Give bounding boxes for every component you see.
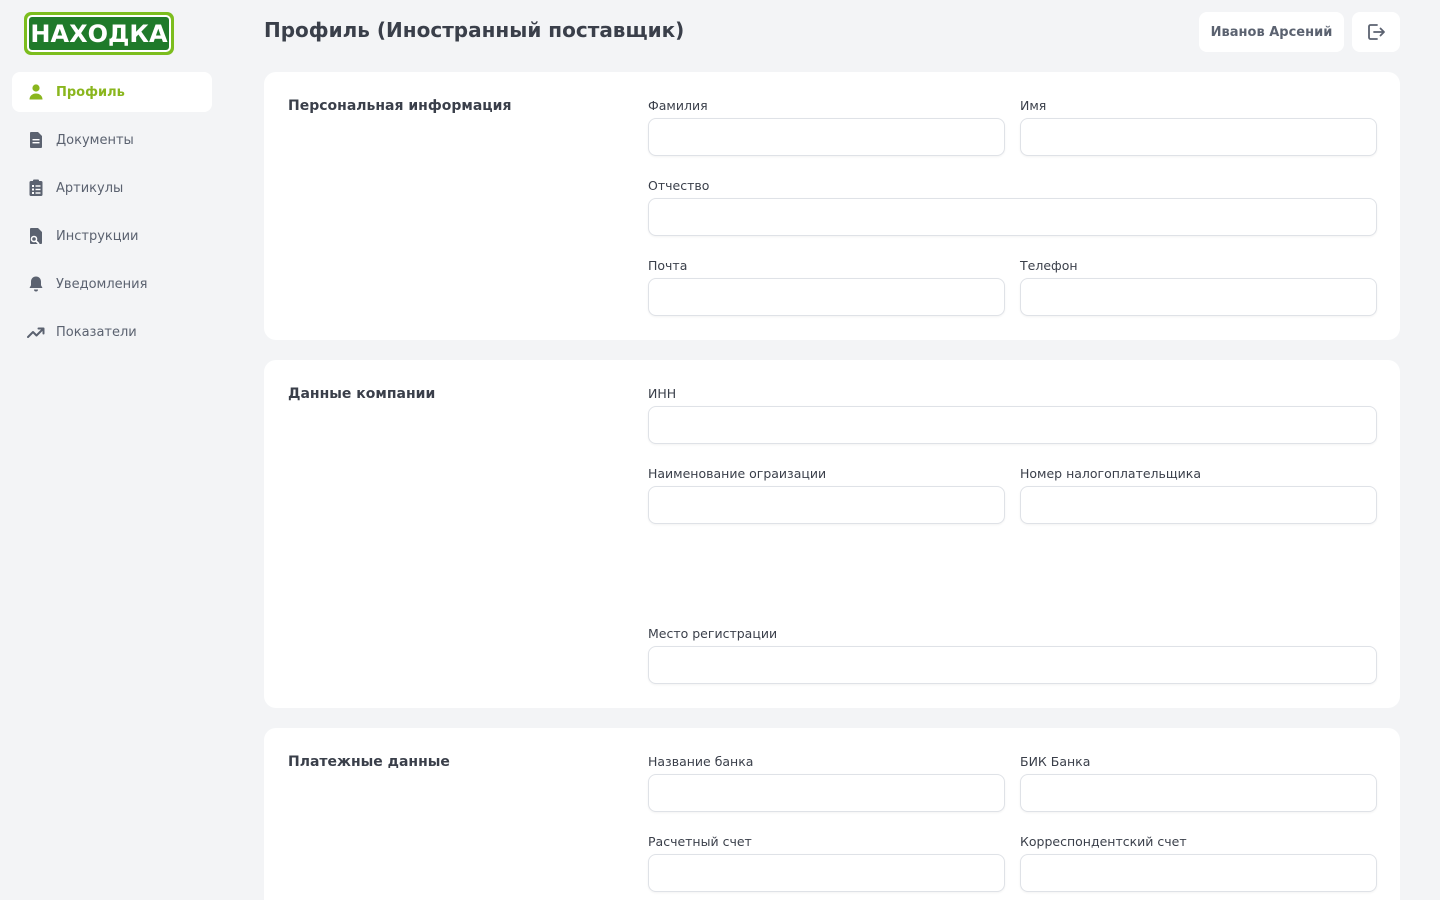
brand-logo[interactable]: НАХОДКА — [24, 12, 174, 55]
inn-input[interactable] — [648, 406, 1377, 444]
company-info-card: Данные компании ИНН Наименование ограиза… — [264, 360, 1400, 708]
sidebar-item-label: Документы — [56, 132, 134, 148]
patronymic-input[interactable] — [648, 198, 1377, 236]
org-name-field: Наименование ограизации — [648, 466, 1005, 524]
bank-bik-input[interactable] — [1020, 774, 1377, 812]
phone-field: Телефон — [1020, 258, 1377, 316]
clipboard-list-icon — [26, 178, 46, 198]
instructions-icon — [26, 226, 46, 246]
first-name-input[interactable] — [1020, 118, 1377, 156]
settlement-account-input[interactable] — [648, 854, 1005, 892]
page-title: Профиль (Иностранный поставщик) — [264, 18, 685, 42]
user-menu-button[interactable]: Иванов Арсений — [1199, 12, 1344, 52]
first-name-field: Имя — [1020, 98, 1377, 156]
sidebar-item-label: Артикулы — [56, 180, 124, 196]
field-label: Отчество — [648, 178, 710, 193]
user-icon — [26, 82, 46, 102]
trending-up-icon — [26, 322, 46, 342]
sidebar-item-instructions[interactable]: Инструкции — [12, 216, 212, 256]
bank-name-input[interactable] — [648, 774, 1005, 812]
field-label: Имя — [1020, 98, 1047, 113]
last-name-input[interactable] — [648, 118, 1005, 156]
org-name-input[interactable] — [648, 486, 1005, 524]
correspondent-account-input[interactable] — [1020, 854, 1377, 892]
bank-bik-field: БИК Банка — [1020, 754, 1377, 812]
section-title: Персональная информация — [288, 98, 512, 114]
section-title: Данные компании — [288, 386, 436, 402]
sidebar-item-label: Уведомления — [56, 276, 148, 292]
sidebar-item-notifications[interactable]: Уведомления — [12, 264, 212, 304]
sidebar-nav: Профиль Документы Артикулы Инструкции Ув… — [12, 72, 212, 360]
registration-place-input[interactable] — [648, 646, 1377, 684]
sidebar-item-label: Показатели — [56, 324, 137, 340]
logout-icon — [1365, 21, 1387, 43]
field-label: Номер налогоплательщика — [1020, 466, 1202, 481]
field-label: Почта — [648, 258, 688, 273]
logo-text: НАХОДКА — [27, 15, 171, 52]
bank-name-field: Название банка — [648, 754, 1005, 812]
taxpayer-number-field: Номер налогоплательщика — [1020, 466, 1377, 524]
sidebar-item-metrics[interactable]: Показатели — [12, 312, 212, 352]
sidebar-item-label: Инструкции — [56, 228, 139, 244]
email-field: Почта — [648, 258, 1005, 316]
field-label: Наименование ограизации — [648, 466, 827, 481]
personal-info-card: Персональная информация Фамилия Имя Отче… — [264, 72, 1400, 340]
correspondent-account-field: Корреспондентский счет — [1020, 834, 1377, 892]
field-label: Место регистрации — [648, 626, 778, 641]
inn-field: ИНН — [648, 386, 1377, 444]
section-title: Платежные данные — [288, 754, 450, 770]
sidebar-item-articles[interactable]: Артикулы — [12, 168, 212, 208]
field-label: БИК Банка — [1020, 754, 1091, 769]
email-input[interactable] — [648, 278, 1005, 316]
bell-icon — [26, 274, 46, 294]
sidebar-item-documents[interactable]: Документы — [12, 120, 212, 160]
document-icon — [26, 130, 46, 150]
logout-button[interactable] — [1352, 12, 1400, 52]
payment-info-card: Платежные данные Название банка БИК Банк… — [264, 728, 1400, 900]
registration-place-field: Место регистрации — [648, 626, 1377, 684]
settlement-account-field: Расчетный счет — [648, 834, 1005, 892]
field-label: Корреспондентский счет — [1020, 834, 1187, 849]
taxpayer-number-input[interactable] — [1020, 486, 1377, 524]
phone-input[interactable] — [1020, 278, 1377, 316]
last-name-field: Фамилия — [648, 98, 1005, 156]
patronymic-field: Отчество — [648, 178, 1377, 236]
sidebar-item-profile[interactable]: Профиль — [12, 72, 212, 112]
field-label: Расчетный счет — [648, 834, 752, 849]
field-label: Название банка — [648, 754, 754, 769]
sidebar: НАХОДКА Профиль Документы Артикулы Инстр… — [0, 0, 224, 900]
field-label: Фамилия — [648, 98, 708, 113]
sidebar-item-label: Профиль — [56, 84, 125, 100]
field-label: Телефон — [1020, 258, 1078, 273]
field-label: ИНН — [648, 386, 677, 401]
